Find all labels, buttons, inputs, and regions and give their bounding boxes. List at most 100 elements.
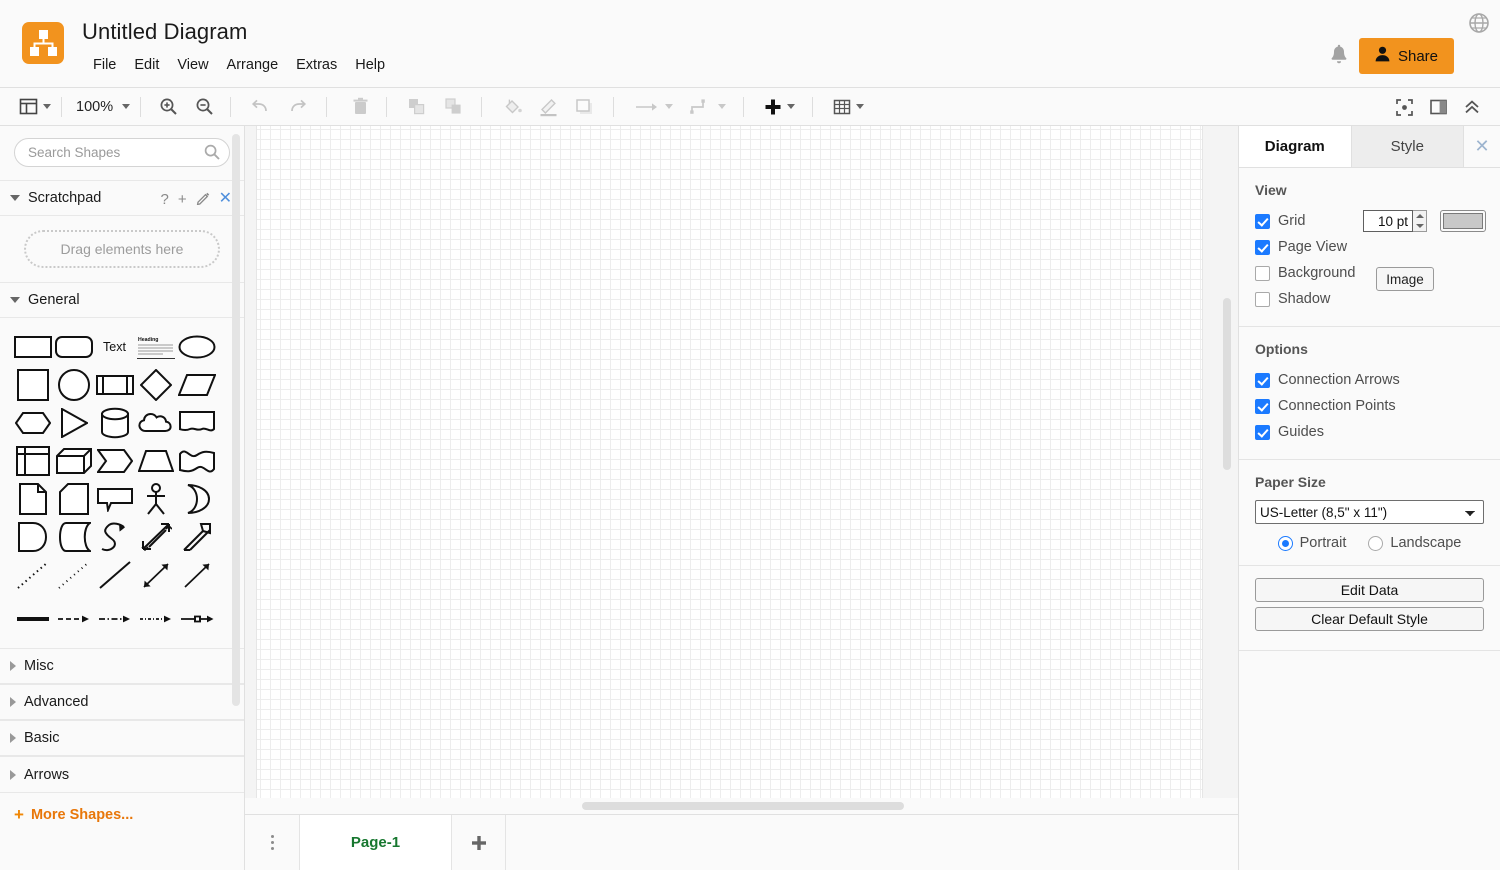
- page-menu-dots-icon[interactable]: [245, 815, 300, 870]
- shape-card[interactable]: [53, 480, 94, 518]
- shape-rounded-rectangle[interactable]: [53, 328, 94, 366]
- document-title[interactable]: Untitled Diagram: [82, 19, 247, 45]
- section-header-arrows[interactable]: Arrows: [0, 756, 244, 792]
- notification-bell-icon[interactable]: [1328, 44, 1350, 68]
- zoom-in-icon[interactable]: [154, 93, 182, 121]
- shape-textbox-heading[interactable]: Heading: [135, 328, 176, 366]
- shape-square[interactable]: [12, 366, 53, 404]
- menu-help[interactable]: Help: [346, 55, 394, 75]
- shape-step[interactable]: [94, 442, 135, 480]
- shape-text[interactable]: Text: [94, 328, 135, 366]
- menu-edit[interactable]: Edit: [125, 55, 168, 75]
- orientation-portrait[interactable]: Portrait: [1277, 535, 1346, 551]
- background-checkbox[interactable]: [1255, 265, 1270, 281]
- shape-circle[interactable]: [53, 366, 94, 404]
- shape-hexagon[interactable]: [12, 404, 53, 442]
- shape-arrow[interactable]: [176, 518, 217, 556]
- table-icon[interactable]: [830, 93, 867, 121]
- scratchpad-add-icon[interactable]: +: [178, 192, 187, 207]
- diagram-canvas[interactable]: [245, 126, 1238, 814]
- grid-checkbox[interactable]: [1255, 213, 1270, 229]
- menu-file[interactable]: File: [84, 55, 125, 75]
- shape-cloud[interactable]: [135, 404, 176, 442]
- shape-process[interactable]: [94, 366, 135, 404]
- tab-style[interactable]: Style: [1351, 126, 1464, 167]
- fit-page-icon[interactable]: [1390, 93, 1418, 121]
- edit-data-button[interactable]: Edit Data: [1255, 578, 1484, 602]
- fill-color-icon[interactable]: [499, 93, 527, 121]
- shape-actor[interactable]: [135, 480, 176, 518]
- collapse-chevrons-icon[interactable]: [1458, 93, 1486, 121]
- menu-extras[interactable]: Extras: [287, 55, 346, 75]
- shape-ellipse[interactable]: [176, 328, 217, 366]
- menu-view[interactable]: View: [168, 55, 217, 75]
- guides-checkbox[interactable]: [1255, 424, 1270, 440]
- view-layout-icon[interactable]: [16, 93, 54, 121]
- shape-dashed-dotted-line[interactable]: [12, 556, 53, 594]
- undo-icon[interactable]: [246, 93, 274, 121]
- canvas-horizontal-scrollbar[interactable]: [582, 802, 904, 810]
- close-panel-icon[interactable]: ✕: [1464, 126, 1500, 167]
- shape-cylinder[interactable]: [94, 404, 135, 442]
- redo-icon[interactable]: [284, 93, 312, 121]
- shape-internal-storage[interactable]: [12, 442, 53, 480]
- section-header-scratchpad[interactable]: Scratchpad ? + ✕: [0, 180, 244, 216]
- send-to-back-icon[interactable]: [439, 93, 467, 121]
- shape-line[interactable]: [94, 556, 135, 594]
- grid-color-swatch[interactable]: [1440, 210, 1486, 232]
- scratchpad-help-icon[interactable]: ?: [160, 192, 168, 207]
- insert-plus-icon[interactable]: [761, 93, 798, 121]
- zoom-level-button[interactable]: 100%: [69, 93, 133, 121]
- page-view-checkbox[interactable]: [1255, 239, 1270, 255]
- shape-curve[interactable]: [94, 518, 135, 556]
- shape-or[interactable]: [176, 480, 217, 518]
- menu-arrange[interactable]: Arrange: [218, 55, 288, 75]
- search-icon[interactable]: [204, 144, 220, 160]
- shape-diamond[interactable]: [135, 366, 176, 404]
- line-color-icon[interactable]: [535, 93, 563, 121]
- sidebar-scrollbar[interactable]: [232, 134, 240, 706]
- shape-dotted-line[interactable]: [53, 556, 94, 594]
- section-header-misc[interactable]: Misc: [0, 648, 244, 684]
- edit-pencil-icon[interactable]: [196, 191, 210, 208]
- share-button[interactable]: Share: [1358, 38, 1454, 74]
- diagram-page[interactable]: [257, 126, 1202, 814]
- tab-diagram[interactable]: Diagram: [1239, 126, 1352, 167]
- shape-delay[interactable]: [12, 518, 53, 556]
- shape-bidirectional-arrow[interactable]: [135, 518, 176, 556]
- shape-document[interactable]: [176, 404, 217, 442]
- format-panel-icon[interactable]: [1424, 93, 1452, 121]
- section-header-general[interactable]: General: [0, 282, 244, 318]
- shape-link-arrow[interactable]: [176, 600, 217, 638]
- shape-cube[interactable]: [53, 442, 94, 480]
- connection-points-checkbox[interactable]: [1255, 398, 1270, 414]
- shape-tape[interactable]: [176, 442, 217, 480]
- search-shapes-input[interactable]: [14, 138, 230, 167]
- shadow-icon[interactable]: [571, 93, 599, 121]
- shape-parallelogram[interactable]: [176, 366, 217, 404]
- landscape-radio[interactable]: [1368, 535, 1384, 551]
- grid-size-input[interactable]: [1363, 210, 1413, 232]
- connection-arrows-checkbox[interactable]: [1255, 372, 1270, 388]
- zoom-out-icon[interactable]: [190, 93, 218, 121]
- add-page-icon[interactable]: [452, 815, 506, 870]
- shape-bidirectional-connector[interactable]: [135, 556, 176, 594]
- close-x-icon[interactable]: ✕: [219, 191, 232, 207]
- shape-data-storage[interactable]: [53, 518, 94, 556]
- shape-callout[interactable]: [94, 480, 135, 518]
- shape-trapezoid[interactable]: [135, 442, 176, 480]
- orientation-landscape[interactable]: Landscape: [1368, 535, 1461, 551]
- background-image-button[interactable]: Image: [1376, 267, 1434, 291]
- shape-thick-line[interactable]: [12, 600, 53, 638]
- page-tab-page-1[interactable]: Page-1: [300, 815, 452, 870]
- spinner-down[interactable]: [1413, 221, 1426, 231]
- paper-size-select[interactable]: US-Letter (8,5" x 11") US-Legal (8,5" x …: [1255, 500, 1484, 524]
- shape-note[interactable]: [12, 480, 53, 518]
- portrait-radio[interactable]: [1277, 535, 1293, 551]
- clear-default-style-button[interactable]: Clear Default Style: [1255, 607, 1484, 631]
- trash-icon[interactable]: [346, 93, 374, 121]
- shape-dashed-dotted-arrow[interactable]: [94, 600, 135, 638]
- language-globe-icon[interactable]: [1468, 12, 1490, 34]
- canvas-vertical-scrollbar[interactable]: [1223, 298, 1231, 470]
- shape-directional-connector[interactable]: [176, 556, 217, 594]
